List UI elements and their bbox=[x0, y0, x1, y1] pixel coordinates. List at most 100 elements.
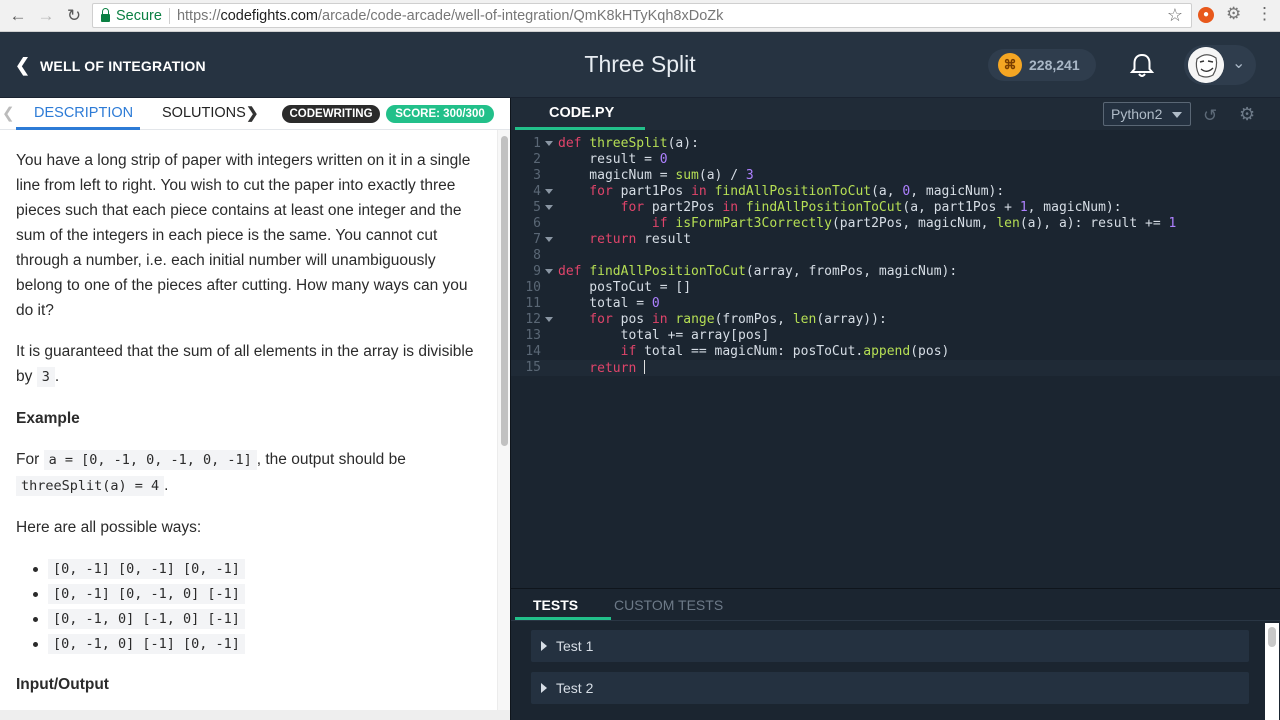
avatar bbox=[1188, 47, 1224, 83]
tabs-scroll-left-icon[interactable]: ❮ bbox=[2, 104, 15, 122]
description-panel: ❮ DESCRIPTION SOLUTIONS ❯ CODEWRITING SC… bbox=[0, 98, 510, 720]
code-line[interactable]: 6 if isFormPart3Correctly(part2Pos, magi… bbox=[511, 216, 1280, 232]
list-item: [0, -1, 0] [-1] [0, -1] bbox=[16, 631, 484, 656]
code-line[interactable]: 3 magicNum = sum(a) / 3 bbox=[511, 168, 1280, 184]
code-text: if isFormPart3Correctly(part2Pos, magicN… bbox=[558, 216, 1177, 231]
code-text: magicNum = sum(a) / 3 bbox=[558, 168, 754, 183]
code-line[interactable]: 15 return bbox=[511, 360, 1280, 376]
line-number: 7 bbox=[533, 232, 541, 247]
code-line[interactable]: 1 def threeSplit(a): bbox=[511, 136, 1280, 152]
score-badge: SCORE: 300/300 bbox=[386, 105, 494, 123]
example-heading: Example bbox=[16, 410, 80, 427]
bell-icon[interactable] bbox=[1128, 52, 1156, 80]
line-number: 4 bbox=[533, 184, 541, 199]
line-number: 9 bbox=[533, 264, 541, 279]
tabs-scroll-right-icon[interactable]: ❯ bbox=[246, 104, 259, 122]
line-number: 2 bbox=[533, 152, 541, 167]
code-area[interactable]: 1 def threeSplit(a): 2 result = 03 magicNu… bbox=[511, 136, 1280, 376]
tab-tests[interactable]: TESTS bbox=[533, 597, 578, 613]
description-guarantee: It is guaranteed that the sum of all ele… bbox=[16, 343, 474, 387]
code-line[interactable]: 10 posToCut = [] bbox=[511, 280, 1280, 296]
caret-right-icon bbox=[541, 641, 547, 651]
fold-icon[interactable] bbox=[545, 141, 553, 146]
url-separator bbox=[168, 7, 170, 24]
line-number: 11 bbox=[525, 296, 541, 311]
tests-scrollbar[interactable] bbox=[1265, 623, 1279, 720]
code-line[interactable]: 2 result = 0 bbox=[511, 152, 1280, 168]
gear-icon[interactable]: ⚙ bbox=[1239, 104, 1255, 125]
fold-icon[interactable] bbox=[545, 317, 553, 322]
io-heading: Input/Output bbox=[16, 676, 109, 693]
ways-intro: Here are all possible ways: bbox=[16, 519, 202, 536]
fold-icon[interactable] bbox=[545, 269, 553, 274]
line-number: 13 bbox=[525, 328, 541, 343]
description-scrollbar[interactable] bbox=[497, 130, 510, 720]
chevron-down-icon[interactable]: ⌄ bbox=[1232, 53, 1245, 73]
ways-list: [0, -1] [0, -1] [0, -1] [0, -1] [0, -1, … bbox=[16, 556, 484, 656]
coin-counter[interactable]: ⌘ 228,241 bbox=[988, 49, 1096, 81]
fold-icon[interactable] bbox=[545, 189, 553, 194]
code-line[interactable]: 7 return result bbox=[511, 232, 1280, 248]
mode-badge: CODEWRITING bbox=[282, 105, 380, 123]
code-text: total += array[pos] bbox=[558, 328, 770, 343]
scrollbar-thumb[interactable] bbox=[501, 136, 508, 446]
editor-tab-underline bbox=[515, 127, 645, 130]
line-number: 6 bbox=[533, 216, 541, 231]
extension-gear-icon[interactable]: ⚙ bbox=[1226, 4, 1241, 24]
code-line[interactable]: 9 def findAllPositionToCut(array, fromPos… bbox=[511, 264, 1280, 280]
tab-description[interactable]: DESCRIPTION bbox=[34, 105, 133, 121]
back-chevron-icon[interactable]: ❮ bbox=[15, 55, 30, 76]
task-description: You have a long strip of paper with inte… bbox=[16, 148, 484, 713]
coin-count: 228,241 bbox=[1029, 57, 1080, 73]
code-line[interactable]: 8 bbox=[511, 248, 1280, 264]
menu-icon[interactable]: ⋮ bbox=[1256, 4, 1273, 24]
user-menu[interactable]: ⌄ bbox=[1184, 45, 1256, 85]
reload-icon[interactable]: ↻ bbox=[61, 3, 87, 29]
line-number: 5 bbox=[533, 200, 541, 215]
line-number: 10 bbox=[525, 280, 541, 295]
line-number: 3 bbox=[533, 168, 541, 183]
list-item: [0, -1] [0, -1] [0, -1] bbox=[16, 556, 484, 581]
text-cursor bbox=[644, 360, 646, 374]
code-line[interactable]: 4 for part1Pos in findAllPositionToCut(a… bbox=[511, 184, 1280, 200]
reset-icon[interactable]: ↺ bbox=[1203, 106, 1217, 126]
active-tab-underline bbox=[16, 127, 140, 130]
tab-solutions[interactable]: SOLUTIONS bbox=[162, 105, 246, 121]
caret-right-icon bbox=[541, 683, 547, 693]
url-text[interactable]: https://codefights.com/arcade/code-arcad… bbox=[177, 8, 723, 24]
star-icon[interactable]: ☆ bbox=[1167, 5, 1183, 26]
code-text: for pos in range(fromPos, len(array)): bbox=[558, 312, 887, 327]
fold-icon[interactable] bbox=[545, 237, 553, 242]
coin-icon: ⌘ bbox=[998, 53, 1022, 77]
tab-code-file[interactable]: CODE.PY bbox=[549, 105, 614, 121]
tab-custom-tests[interactable]: CUSTOM TESTS bbox=[614, 597, 723, 613]
example-input-code: a = [0, -1, 0, -1, 0, -1] bbox=[43, 450, 257, 470]
code-line[interactable]: 14 if total == magicNum: posToCut.append… bbox=[511, 344, 1280, 360]
line-number: 8 bbox=[533, 248, 541, 263]
browser-toolbar: ← → ↻ Secure https://codefights.com/arca… bbox=[0, 0, 1280, 32]
language-select[interactable]: Python2 bbox=[1103, 102, 1191, 126]
code-text: result = 0 bbox=[558, 152, 668, 167]
scrollbar-thumb[interactable] bbox=[1268, 627, 1276, 647]
back-icon[interactable]: ← bbox=[5, 3, 31, 29]
code-line[interactable]: 11 total = 0 bbox=[511, 296, 1280, 312]
lock-icon bbox=[101, 7, 110, 22]
fold-icon[interactable] bbox=[545, 205, 553, 210]
code-editor: CODE.PY Python2 ↺ ⚙ 1 def threeSplit(a): 2… bbox=[510, 98, 1280, 588]
code-line[interactable]: 13 total += array[pos] bbox=[511, 328, 1280, 344]
back-to-arcade-link[interactable]: WELL OF INTEGRATION bbox=[40, 58, 206, 74]
test-label: Test 1 bbox=[556, 638, 594, 654]
test-row[interactable]: Test 2 bbox=[531, 672, 1249, 704]
forward-icon[interactable]: → bbox=[33, 3, 59, 29]
extension-icon[interactable]: ● bbox=[1198, 7, 1214, 23]
code-line[interactable]: 12 for pos in range(fromPos, len(array))… bbox=[511, 312, 1280, 328]
code-text: def findAllPositionToCut(array, fromPos,… bbox=[558, 264, 958, 279]
list-item: [0, -1, 0] [-1, 0] [-1] bbox=[16, 606, 484, 631]
horizontal-scrollbar[interactable] bbox=[0, 710, 510, 720]
code-text: for part1Pos in findAllPositionToCut(a, … bbox=[558, 184, 1005, 199]
test-row[interactable]: Test 1 bbox=[531, 630, 1249, 662]
code-text: def threeSplit(a): bbox=[558, 136, 699, 151]
address-bar[interactable]: Secure https://codefights.com/arcade/cod… bbox=[92, 3, 1192, 28]
code-line[interactable]: 5 for part2Pos in findAllPositionToCut(a… bbox=[511, 200, 1280, 216]
inline-code: 3 bbox=[36, 367, 55, 387]
